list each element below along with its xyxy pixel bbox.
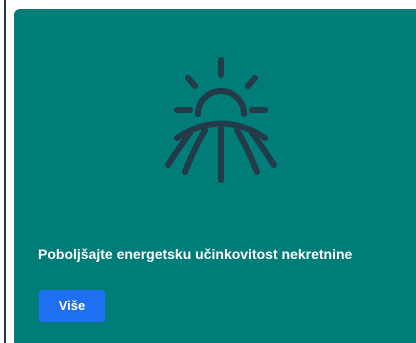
- page: Poboljšajte energetsku učinkovitost nekr…: [0, 0, 416, 343]
- more-button[interactable]: Više: [39, 290, 105, 322]
- energy-efficiency-card: Poboljšajte energetsku učinkovitost nekr…: [14, 9, 416, 343]
- card-divider: [4, 0, 6, 343]
- card-title: Poboljšajte energetsku učinkovitost nekr…: [38, 246, 353, 262]
- previous-card-edge: [0, 0, 8, 343]
- sunrise-icon: [165, 57, 277, 183]
